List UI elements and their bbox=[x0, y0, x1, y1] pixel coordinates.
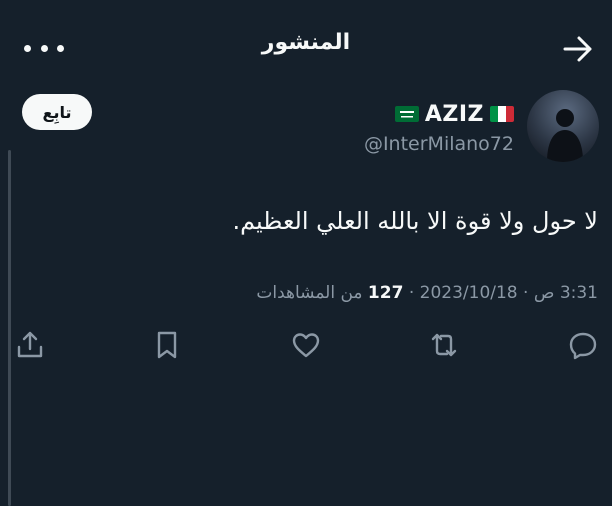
top-bar: المنشور bbox=[0, 0, 612, 96]
italy-flag-icon bbox=[490, 106, 514, 122]
arrow-right-icon bbox=[563, 36, 592, 62]
post-meta: 3:31 ص · 2023/10/18 · 127 من المشاهدات bbox=[150, 283, 598, 303]
author-name-row[interactable]: AZIZ bbox=[384, 100, 514, 128]
author-display-name: AZIZ bbox=[424, 101, 484, 127]
reply-icon bbox=[569, 332, 597, 360]
bookmark-button[interactable] bbox=[150, 328, 184, 362]
share-button[interactable] bbox=[13, 328, 47, 362]
post-date[interactable]: 2023/10/18 bbox=[420, 283, 518, 303]
bookmark-icon bbox=[157, 331, 177, 359]
saudi-flag-icon bbox=[394, 106, 419, 122]
like-button[interactable] bbox=[289, 328, 323, 362]
page-title: المنشور bbox=[261, 30, 351, 55]
heart-icon bbox=[292, 333, 320, 358]
action-bar bbox=[0, 328, 612, 368]
back-button[interactable] bbox=[562, 34, 594, 64]
meta-separator: · bbox=[408, 283, 415, 303]
retweet-icon bbox=[431, 333, 457, 357]
avatar-image bbox=[527, 90, 599, 162]
avatar[interactable] bbox=[527, 90, 599, 162]
post-text: لا حول ولا قوة الا بالله العلي العظيم. bbox=[232, 207, 598, 235]
post-page: المنشور تابِع AZIZ @InterMilano72 لا حول… bbox=[0, 0, 612, 506]
retweet-button[interactable] bbox=[427, 328, 461, 362]
views-label[interactable]: من المشاهدات bbox=[256, 283, 362, 303]
follow-button[interactable]: تابِع bbox=[22, 94, 92, 130]
reply-button[interactable] bbox=[566, 328, 600, 362]
meta-separator: · bbox=[523, 283, 529, 303]
author-handle[interactable]: @InterMilano72 bbox=[300, 133, 514, 155]
share-icon bbox=[17, 331, 43, 358]
post-time[interactable]: 3:31 ص bbox=[534, 283, 598, 303]
views-count[interactable]: 127 bbox=[368, 283, 404, 303]
